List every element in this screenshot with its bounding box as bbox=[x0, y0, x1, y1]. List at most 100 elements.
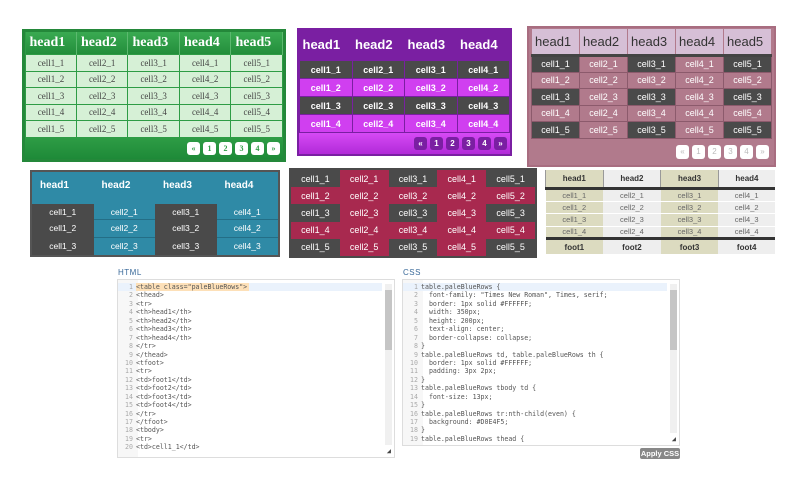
page-button[interactable]: 2 bbox=[219, 141, 232, 155]
table-row: cell1_3 cell2_3 cell3_3 cell4_3 cell5_3 bbox=[25, 87, 283, 105]
page-button[interactable]: 1 bbox=[692, 144, 705, 159]
code-line: 7 <th>head4</th> bbox=[118, 334, 382, 342]
line-number: 3 bbox=[414, 299, 418, 308]
table-cell: cell2_3 bbox=[75, 87, 129, 105]
code-text: } bbox=[421, 401, 425, 410]
table-cell: cell2_2 bbox=[75, 70, 129, 88]
html-label: HTML bbox=[118, 268, 142, 277]
code-text: <th>head1</th> bbox=[136, 308, 192, 317]
table-row: cell1_3 cell2_3 cell3_3 cell4_3 bbox=[545, 213, 775, 227]
page-button[interactable]: 3 bbox=[724, 144, 737, 159]
code-line: 5 <th>head2</th> bbox=[118, 317, 382, 325]
page-button[interactable]: 2 bbox=[708, 144, 721, 159]
code-line: 14 <td>foot3</td> bbox=[118, 393, 382, 401]
table-cell: cell1_5 bbox=[531, 121, 580, 139]
line-number: 15 bbox=[410, 401, 418, 410]
table-head: head1 head2 head3 head4 bbox=[300, 30, 510, 61]
scrollbar-thumb[interactable] bbox=[385, 290, 392, 350]
table-cell: cell1_2 bbox=[545, 201, 604, 214]
table-row: cell1_1 cell2_1 cell3_1 cell4_1 bbox=[32, 201, 278, 220]
line-number: 4 bbox=[129, 308, 133, 317]
table-cell: cell1_2 bbox=[32, 219, 94, 237]
table-cell: cell4_3 bbox=[718, 213, 775, 227]
table-cell: cell3_2 bbox=[660, 201, 719, 214]
next-page-button[interactable]: » bbox=[494, 137, 507, 150]
table-cell: cell3_3 bbox=[404, 96, 458, 115]
page-button[interactable]: 2 bbox=[446, 137, 459, 150]
code-text: </tr> bbox=[136, 342, 156, 351]
table-cell: cell5_2 bbox=[723, 71, 772, 89]
table-cell: cell3_2 bbox=[627, 71, 676, 89]
page-button[interactable]: 1 bbox=[203, 141, 216, 155]
line-number: 1 bbox=[129, 283, 133, 291]
line-number: 11 bbox=[125, 367, 133, 376]
line-number: 6 bbox=[129, 325, 133, 334]
page-button[interactable]: 1 bbox=[430, 137, 443, 150]
page-button[interactable]: 3 bbox=[462, 137, 475, 150]
next-page-button[interactable]: » bbox=[756, 144, 769, 159]
table-cell: cell5_1 bbox=[230, 54, 283, 72]
css-code-editor[interactable]: 1 table.paleBlueRows {2 font-family: "Tim… bbox=[402, 279, 680, 446]
code-line: 18} bbox=[403, 426, 667, 434]
page-button[interactable]: 4 bbox=[740, 144, 753, 159]
table-cell: cell3_1 bbox=[404, 60, 458, 79]
prev-page-button[interactable]: « bbox=[187, 141, 200, 155]
code-text: padding: 3px 2px; bbox=[421, 367, 497, 376]
scrollbar-thumb[interactable] bbox=[670, 290, 677, 350]
line-number: 10 bbox=[125, 358, 133, 367]
next-page-button[interactable]: » bbox=[267, 141, 280, 155]
page-button[interactable]: 4 bbox=[478, 137, 491, 150]
code-line: 2 <thead> bbox=[118, 291, 382, 299]
column-header: head1 bbox=[545, 170, 604, 190]
line-number: 8 bbox=[129, 342, 133, 351]
apply-css-button[interactable]: Apply CSS bbox=[640, 448, 680, 459]
table-cell: cell5_1 bbox=[496, 173, 525, 184]
code-line: 4 width: 350px; bbox=[403, 308, 667, 316]
page-button[interactable]: 4 bbox=[251, 141, 264, 155]
code-line: 4 <th>head1</th> bbox=[118, 308, 382, 316]
line-number: 18 bbox=[125, 426, 133, 435]
column-header: head1 bbox=[302, 37, 341, 52]
header-row: head1 head2 head3 head4 bbox=[545, 170, 775, 190]
page-button[interactable]: 3 bbox=[235, 141, 248, 155]
table-cell: cell1_2 bbox=[25, 70, 77, 88]
table-cell: cell4_1 bbox=[437, 170, 487, 188]
table-cell: cell4_5 bbox=[437, 238, 487, 256]
table-cell: cell3_5 bbox=[127, 120, 180, 138]
table-row: cell1_2 cell2_2 cell3_2 cell4_2 cell5_2 bbox=[291, 187, 535, 205]
resize-handle-icon[interactable]: ◢ bbox=[672, 435, 676, 443]
scrollbar[interactable] bbox=[670, 284, 677, 433]
table-cell: cell3_3 bbox=[398, 207, 428, 218]
footer-cell: foot4 bbox=[718, 237, 775, 255]
table-row: cell1_2 cell2_2 cell3_2 cell4_2 cell5_2 bbox=[25, 70, 283, 88]
column-header: head5 bbox=[230, 32, 283, 55]
table-cell: cell2_4 bbox=[603, 226, 661, 239]
prev-page-button[interactable]: « bbox=[414, 137, 427, 150]
blue-grid: head1 head2 head3 head4 cell1_1 cell2_1 cell3_… bbox=[32, 172, 278, 255]
table-row: cell1_4 cell2_4 cell3_4 cell4_4 bbox=[545, 226, 775, 239]
code-text: border-collapse: collapse; bbox=[421, 333, 533, 342]
table-cell: cell4_5 bbox=[178, 120, 232, 138]
code-line: 5 height: 200px; bbox=[403, 317, 667, 325]
code-text: font-family: "Times New Roman", Times, s… bbox=[421, 291, 608, 300]
column-header: head4 bbox=[717, 170, 775, 190]
line-number: 12 bbox=[410, 375, 418, 384]
code-line: 18 <tbody> bbox=[118, 426, 382, 434]
table-cell: cell4_4 bbox=[718, 226, 775, 239]
table-cell: cell4_2 bbox=[718, 201, 775, 214]
scrollbar[interactable] bbox=[385, 284, 392, 445]
table-row: cell1_3 cell2_3 cell3_3 cell4_3 cell5_3 bbox=[531, 88, 772, 106]
line-number: 3 bbox=[129, 299, 133, 308]
table-cell: cell3_4 bbox=[388, 221, 438, 239]
table-cell: cell4_3 bbox=[178, 87, 232, 105]
table-cell: cell4_2 bbox=[437, 187, 487, 205]
html-code-editor[interactable]: 1 <table class="paleBlueRows"> 2 <thead> 3 <t… bbox=[117, 279, 395, 458]
line-number: 11 bbox=[410, 367, 418, 376]
resize-handle-icon[interactable]: ◢ bbox=[387, 447, 391, 455]
prev-page-button[interactable]: « bbox=[676, 144, 689, 159]
line-number: 5 bbox=[129, 316, 133, 325]
table-cell: cell1_4 bbox=[545, 226, 604, 239]
table-cell: cell5_5 bbox=[230, 120, 283, 138]
code-line: 7 border-collapse: collapse; bbox=[403, 334, 667, 342]
code-text: <table class="paleBlueRows"> bbox=[136, 283, 250, 292]
